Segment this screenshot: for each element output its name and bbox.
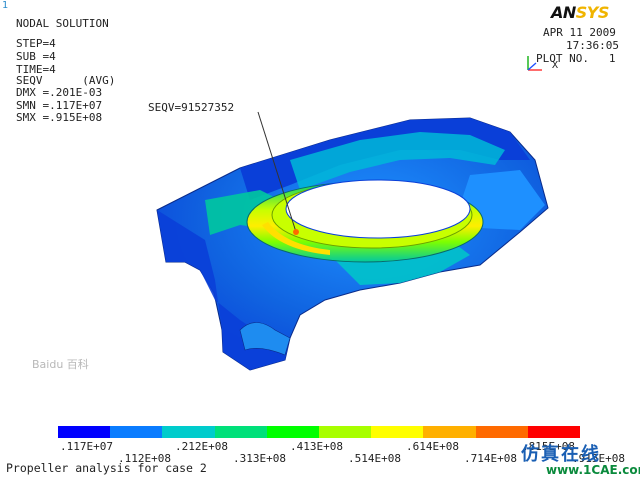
legend-tick-top: .212E+08	[175, 440, 228, 453]
legend-color-cell	[371, 426, 424, 438]
legend-color-cell	[266, 426, 320, 438]
legend-tick-top: .117E+07	[60, 440, 113, 453]
max-stress-marker	[293, 229, 299, 235]
legend-color-cell	[319, 426, 372, 438]
legend-color-cell	[162, 426, 216, 438]
legend-color-cell	[527, 426, 581, 438]
legend-color-cell	[58, 426, 111, 438]
legend-color-cell	[423, 426, 477, 438]
max-stress-annotation: SEQV=91527352	[148, 101, 235, 114]
bore-hole	[285, 179, 471, 239]
legend-color-cell	[475, 426, 529, 438]
legend-color-cell	[110, 426, 163, 438]
legend-tick-bottom: .714E+08	[464, 452, 517, 465]
watermark-url: www.1CAE.com	[546, 463, 640, 477]
contour-legend-bar	[58, 426, 581, 438]
ansys-graphics-window: 1 NODAL SOLUTION STEP=4 SUB =4 TIME=4 SE…	[0, 0, 640, 481]
watermark-left: Baidu 百科	[32, 358, 89, 371]
legend-tick-top: .614E+08	[406, 440, 459, 453]
plot-footer-title: Propeller analysis for case 2	[6, 461, 207, 475]
legend-tick-bottom: .514E+08	[348, 452, 401, 465]
legend-tick-top: .413E+08	[290, 440, 343, 453]
legend-tick-bottom: .313E+08	[233, 452, 286, 465]
fe-model-contour-plot	[156, 111, 549, 371]
legend-color-cell	[214, 426, 268, 438]
